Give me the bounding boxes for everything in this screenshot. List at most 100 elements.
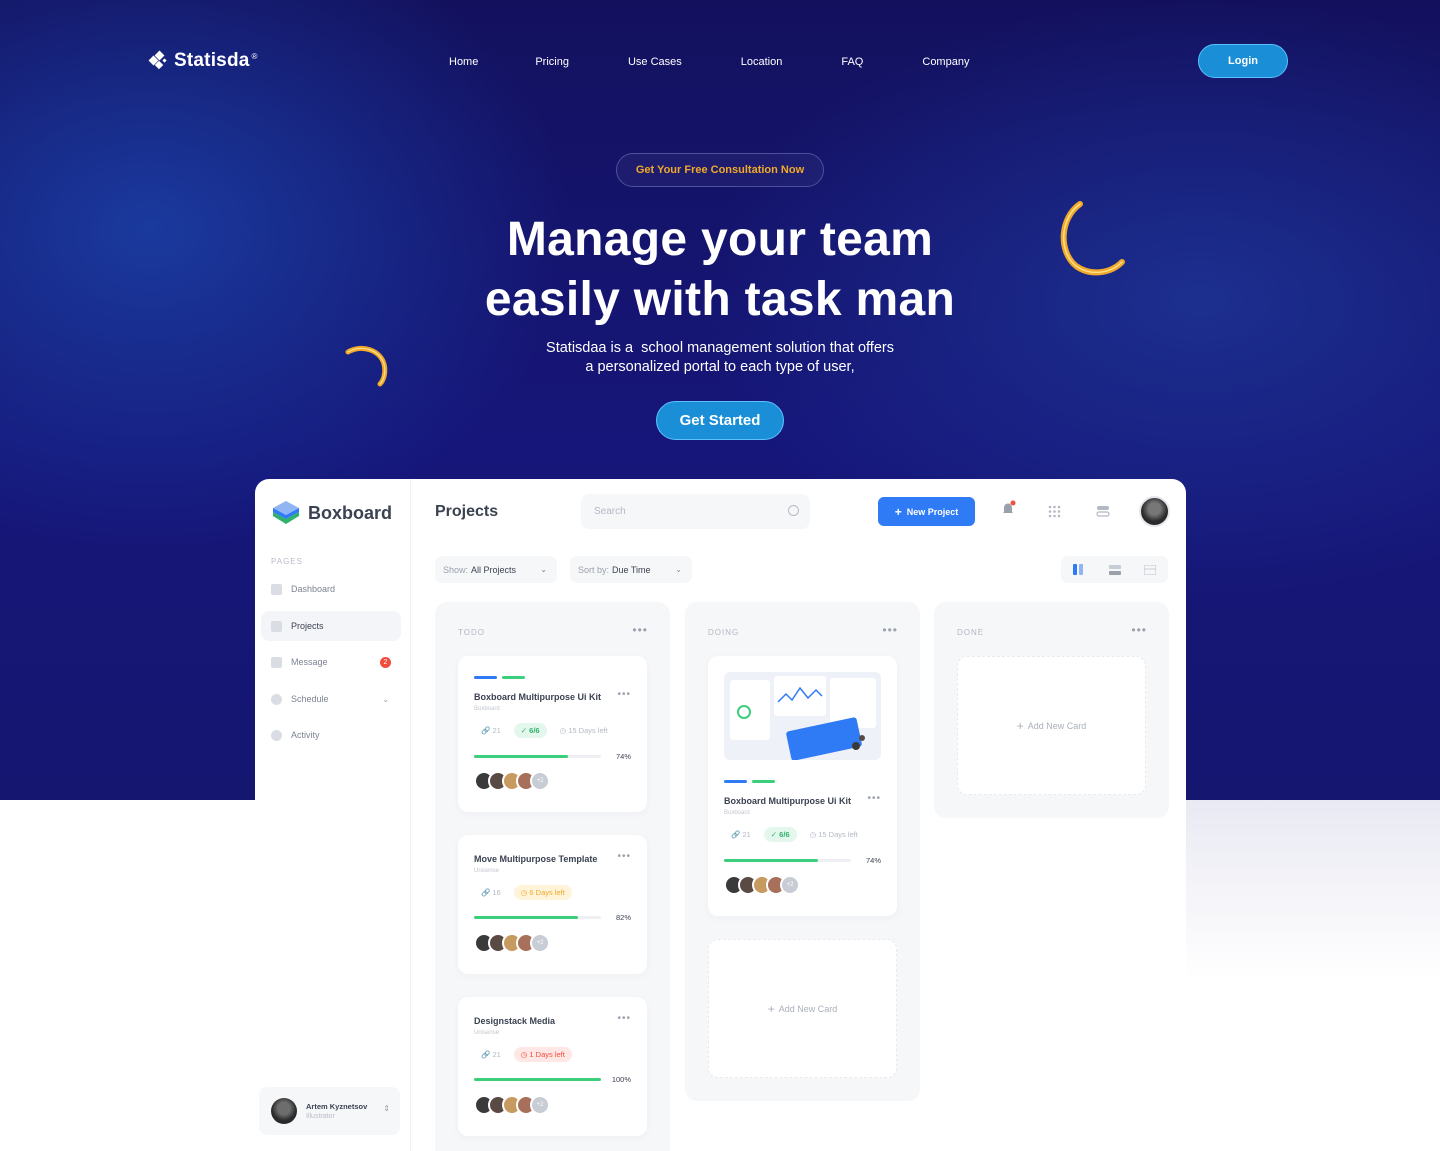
sidebar-item-label: Projects: [291, 621, 324, 631]
toggle-icon[interactable]: [1096, 504, 1110, 518]
project-card[interactable]: Boxboard Multipurpose Ui Kit Boxboard ••…: [708, 656, 897, 916]
due-badge: ◷ 15 Days left: [559, 726, 608, 735]
card-title: Boxboard Multipurpose Ui Kit: [474, 692, 601, 702]
board-view-icon[interactable]: [1061, 556, 1097, 583]
due-badge: ◷ 15 Days left: [809, 830, 858, 839]
card-title: Move Multipurpose Template: [474, 854, 598, 864]
more-icon[interactable]: •••: [617, 1013, 631, 1024]
chevron-down-icon: ⌄: [675, 565, 682, 574]
user-card[interactable]: Artem Kyznetsov Illustrator ⇕: [259, 1087, 400, 1135]
sidebar-item-activity[interactable]: Activity: [261, 720, 401, 750]
chevron-down-icon[interactable]: ⌄: [382, 695, 389, 704]
avatar: [271, 1098, 297, 1124]
brand-registered-mark: ®: [251, 51, 258, 61]
column-doing: DOING ••• Boxboard Multipurpose Ui Kit B…: [685, 602, 920, 1101]
headline-line-2: easily with task man: [484, 273, 956, 326]
card-subtitle: Unisense: [474, 1030, 500, 1036]
chevron-updown-icon[interactable]: ⇕: [383, 1104, 390, 1113]
card-meta: 🔗 21 ◷ 1 Days left: [474, 1047, 572, 1062]
table-view-icon[interactable]: [1132, 556, 1168, 583]
nav-faq[interactable]: FAQ: [841, 56, 863, 68]
card-subtitle: Unisense: [474, 868, 500, 874]
clock-icon: [271, 693, 282, 705]
progress-percent: 100%: [611, 1075, 631, 1084]
apps-grid-icon[interactable]: [1048, 505, 1061, 518]
nav-home[interactable]: Home: [449, 56, 478, 68]
activity-icon: [271, 729, 282, 741]
sidebar-item-dashboard[interactable]: Dashboard: [261, 574, 401, 604]
add-new-card-button[interactable]: + Add New Card: [708, 939, 897, 1078]
brand-name: Statisda: [174, 50, 250, 71]
site-logo[interactable]: Statisda ®: [148, 50, 258, 72]
user-name: Artem Kyznetsov: [306, 1102, 368, 1111]
link-count: 🔗 16: [481, 888, 501, 897]
link-count: 🔗 21: [481, 1050, 501, 1059]
more-icon[interactable]: •••: [882, 623, 898, 637]
nav-use-cases[interactable]: Use Cases: [628, 56, 682, 68]
sidebar-item-projects[interactable]: Projects: [261, 611, 401, 641]
get-started-button[interactable]: Get Started: [656, 401, 784, 440]
nav-pricing[interactable]: Pricing: [535, 56, 569, 68]
more-icon[interactable]: •••: [867, 793, 881, 804]
search-input[interactable]: Search: [581, 494, 810, 529]
profile-avatar[interactable]: [1139, 496, 1170, 527]
subtext-line-2: a personalized portal to each type of us…: [585, 359, 855, 375]
plus-icon: +: [894, 504, 902, 519]
nav-location[interactable]: Location: [741, 56, 783, 68]
sidebar-item-label: Activity: [291, 730, 320, 740]
user-role: Illustrator: [306, 1113, 335, 1120]
nav-company[interactable]: Company: [922, 56, 969, 68]
member-avatars: +2: [474, 771, 550, 791]
hero-subtext: Statisdaa is a school management solutio…: [470, 339, 970, 377]
member-avatars: +2: [474, 933, 550, 953]
boxboard-name: Boxboard: [308, 502, 393, 523]
sort-value: Due Time: [612, 564, 651, 575]
column-todo: TODO ••• Boxboard Multipurpose Ui Kit Bo…: [435, 602, 670, 1151]
new-project-button[interactable]: + New Project: [878, 497, 975, 526]
add-card-label: Add New Card: [778, 1003, 838, 1014]
grid-icon: [271, 583, 282, 595]
more-icon[interactable]: •••: [617, 689, 631, 700]
sidebar: Boxboard PAGES Dashboard Projects Messag…: [255, 479, 411, 1151]
column-done: DONE ••• + Add New Card: [934, 602, 1169, 818]
sort-dropdown[interactable]: Sort by: Due Time ⌄: [570, 556, 692, 583]
subtext-line-1: Statisdaa is a school management solutio…: [546, 340, 894, 356]
project-card[interactable]: Move Multipurpose Template Unisense ••• …: [458, 835, 647, 974]
list-view-icon[interactable]: [1097, 556, 1133, 583]
add-new-card-button[interactable]: + Add New Card: [957, 656, 1146, 795]
consultation-pill[interactable]: Get Your Free Consultation Now: [616, 153, 824, 187]
more-icon[interactable]: •••: [1131, 623, 1147, 637]
boxboard-logo[interactable]: Boxboard: [271, 499, 392, 527]
decorative-arc-right: [1060, 201, 1125, 276]
due-badge: ◷ 6 Days left: [513, 885, 572, 900]
link-count: 🔗 21: [731, 830, 751, 839]
dashboard-preview: Boxboard PAGES Dashboard Projects Messag…: [255, 479, 1186, 1151]
card-title: Designstack Media: [474, 1016, 556, 1026]
more-members-badge: +2: [530, 1095, 550, 1115]
search-icon: [788, 505, 799, 516]
card-tags: [474, 676, 525, 679]
progress-percent: 82%: [615, 913, 631, 922]
more-icon[interactable]: •••: [617, 851, 631, 862]
bell-icon[interactable]: [1000, 500, 1016, 518]
project-card[interactable]: Boxboard Multipurpose Ui Kit Boxboard ••…: [458, 656, 647, 812]
progress-bar: [474, 755, 601, 758]
more-icon[interactable]: •••: [632, 623, 648, 637]
sidebar-item-message[interactable]: Message 2: [261, 647, 401, 677]
view-toggle: [1061, 556, 1168, 583]
show-value: All Projects: [471, 564, 517, 575]
card-title: Boxboard Multipurpose Ui Kit: [724, 796, 851, 806]
column-title: DOING: [708, 628, 740, 637]
message-icon: [271, 656, 282, 668]
sort-label: Sort by:: [578, 564, 610, 575]
progress-bar: [724, 859, 851, 862]
boxboard-logo-icon: [273, 501, 299, 524]
sidebar-item-schedule[interactable]: Schedule ⌄: [261, 684, 401, 714]
show-filter-dropdown[interactable]: Show: All Projects ⌄: [435, 556, 557, 583]
hero-headline: Manage your team easily with task man: [420, 210, 1020, 330]
project-card[interactable]: Designstack Media Unisense ••• 🔗 21 ◷ 1 …: [458, 997, 647, 1136]
message-count-badge: 2: [380, 656, 391, 668]
member-avatars: +2: [474, 1095, 550, 1115]
pages-label: PAGES: [271, 557, 303, 566]
login-button[interactable]: Login: [1198, 44, 1288, 78]
